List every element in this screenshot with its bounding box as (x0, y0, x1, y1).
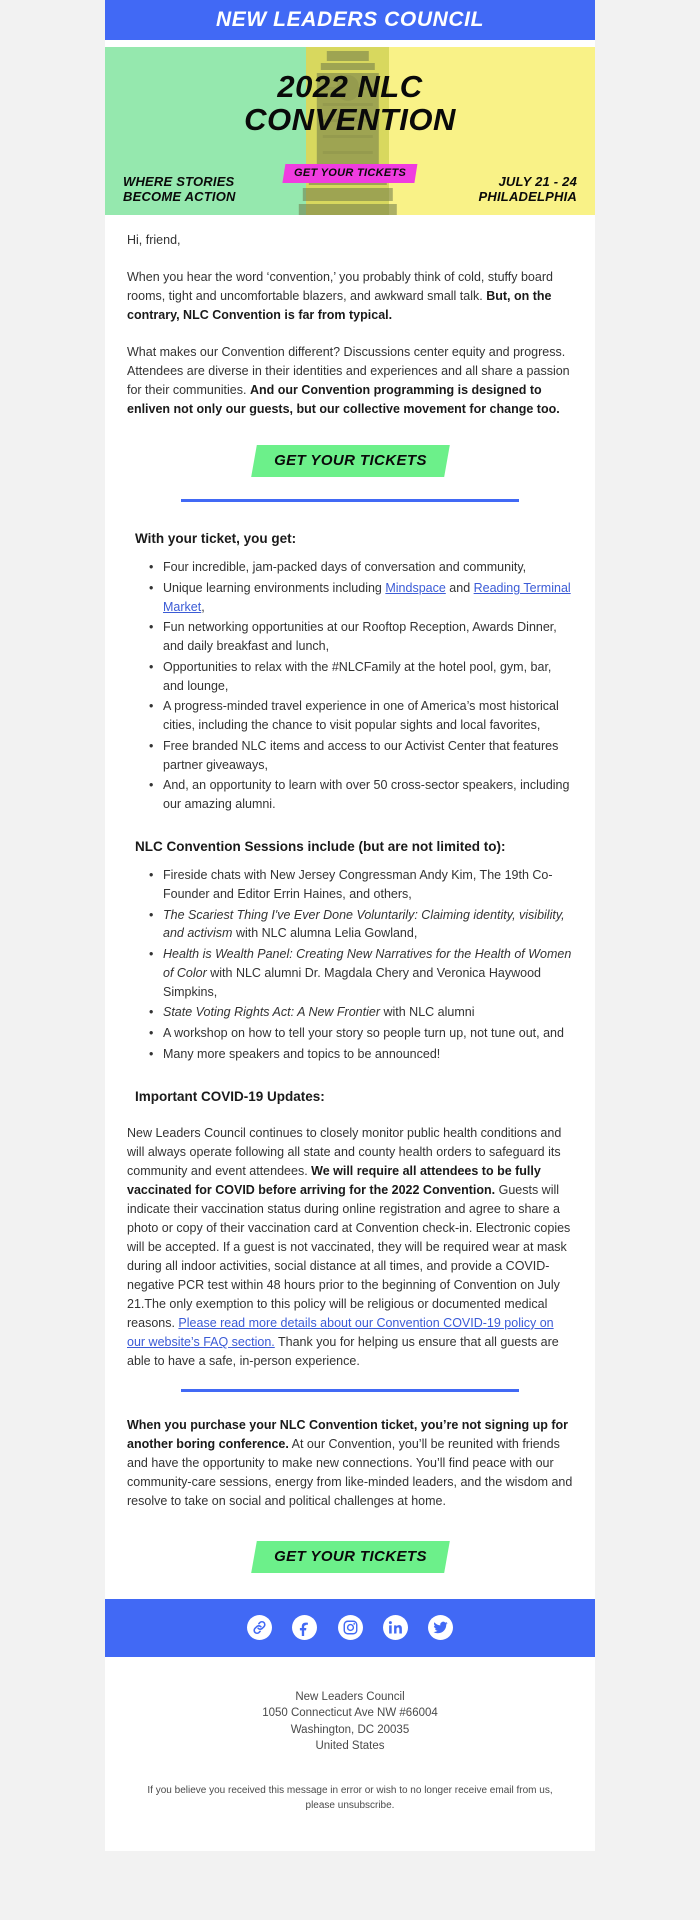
benefit-text: Opportunities to relax with the #NLCFami… (163, 659, 552, 693)
country: United States (315, 1739, 385, 1752)
cta-row-top: GET YOUR TICKETS (127, 419, 573, 481)
hero-banner[interactable]: 2022 NLC CONVENTION WHERE STORIES BECOME… (105, 47, 595, 215)
benefit-text: Fun networking opportunities at our Roof… (163, 620, 557, 654)
list-item: State Voting Rights Act: A New Frontier … (149, 1003, 573, 1024)
cta-row-bottom: GET YOUR TICKETS (127, 1511, 573, 1599)
list-item: A workshop on how to tell your story so … (149, 1024, 573, 1045)
intro-paragraph: When you hear the word ‘convention,’ you… (127, 250, 573, 325)
list-item: A progress-minded travel experience in o… (149, 697, 573, 737)
hero-date-location: JULY 21 - 24 PHILADELPHIA (478, 174, 577, 205)
list-item: Unique learning environments including M… (149, 579, 573, 619)
session-text: Fireside chats with New Jersey Congressm… (163, 868, 553, 901)
brand-header-bar: NEW LEADERS COUNCIL (105, 0, 595, 40)
session-title: State Voting Rights Act: A New Frontier (163, 1005, 380, 1020)
address-block: New Leaders Council 1050 Connecticut Ave… (105, 1657, 595, 1754)
brand-title: NEW LEADERS COUNCIL (215, 8, 485, 31)
hero-title-line2: CONVENTION (244, 101, 456, 137)
list-item: Health is Wealth Panel: Creating New Nar… (149, 945, 573, 1003)
hero-dates: JULY 21 - 24 (498, 174, 577, 190)
twitter-icon[interactable] (428, 1614, 454, 1640)
email-container: NEW LEADERS COUNCIL 2022 NLC CONVENTION … (105, 0, 595, 1852)
link-icon[interactable] (246, 1614, 272, 1640)
street-address: 1050 Connecticut Ave NW #66004 (262, 1707, 438, 1720)
divider-row-bottom (127, 1371, 573, 1398)
benefit-text-mid: and (445, 580, 474, 595)
footer-spacer (105, 1837, 595, 1852)
benefit-text: Unique learning environments including (163, 580, 386, 595)
sessions-list: Fireside chats with New Jersey Congressm… (127, 856, 573, 1066)
sessions-heading: NLC Convention Sessions include (but are… (135, 838, 506, 854)
benefit-text-post: , (201, 599, 205, 614)
greeting-text: Hi, friend, (127, 233, 181, 247)
benefit-text: A progress-minded travel experience in o… (163, 699, 559, 733)
get-tickets-label-top: GET YOUR TICKETS (273, 452, 427, 469)
session-tail: with NLC alumni Dr. Magdala Chery and Ve… (163, 965, 541, 999)
covid-text-2: Guests will indicate their vaccination s… (127, 1182, 571, 1330)
covid-heading: Important COVID-19 Updates: (135, 1088, 325, 1104)
facebook-icon[interactable] (292, 1614, 318, 1640)
list-item: Fun networking opportunities at our Roof… (149, 618, 573, 658)
hero-tagline: WHERE STORIES BECOME ACTION (123, 174, 236, 205)
benefit-text: And, an opportunity to learn with over 5… (163, 778, 570, 812)
get-tickets-button-bottom[interactable]: GET YOUR TICKETS (250, 1540, 450, 1573)
unsubscribe-note[interactable]: If you believe you received this message… (105, 1754, 595, 1837)
benefit-text: Free branded NLC items and access to our… (163, 738, 559, 772)
list-item: Four incredible, jam-packed days of conv… (149, 558, 573, 579)
get-tickets-button-top[interactable]: GET YOUR TICKETS (250, 445, 450, 477)
hero-title: 2022 NLC CONVENTION (105, 69, 595, 137)
instagram-icon[interactable] (337, 1614, 363, 1640)
hero-tagline-line2: BECOME ACTION (123, 189, 236, 205)
get-tickets-label-bottom: GET YOUR TICKETS (273, 1547, 427, 1565)
list-item: Free branded NLC items and access to our… (149, 737, 573, 777)
list-item: Many more speakers and topics to be anno… (149, 1045, 573, 1066)
session-text: A workshop on how to tell your story so … (163, 1026, 564, 1041)
closing-paragraph: When you purchase your NLC Convention ti… (127, 1398, 573, 1511)
list-item: Opportunities to relax with the #NLCFami… (149, 658, 573, 698)
hero-get-tickets-button[interactable]: GET YOUR TICKETS (282, 164, 418, 183)
email-body: Hi, friend, When you hear the word ‘conv… (105, 215, 595, 1599)
covid-paragraph: New Leaders Council continues to closely… (127, 1106, 573, 1371)
header-spacer (105, 40, 595, 47)
ticket-benefits-list: Four incredible, jam-packed days of conv… (127, 548, 573, 816)
divider-row-top (127, 481, 573, 508)
section-divider-bottom (180, 1388, 520, 1392)
ticket-benefits-heading: With your ticket, you get: (135, 531, 297, 546)
list-item: The Scariest Thing I've Ever Done Volunt… (149, 906, 573, 946)
list-item: Fireside chats with New Jersey Congressm… (149, 866, 573, 906)
mindspace-link[interactable]: Mindspace (385, 581, 445, 595)
org-name: New Leaders Council (295, 1690, 405, 1703)
section-divider-top (180, 499, 520, 502)
session-tail: with NLC alumni (380, 1005, 475, 1020)
difference-paragraph: What makes our Convention different? Dis… (127, 325, 573, 419)
session-text: Many more speakers and topics to be anno… (163, 1046, 441, 1061)
city-state-zip: Washington, DC 20035 (290, 1723, 410, 1736)
hero-city: PHILADELPHIA (478, 189, 577, 205)
hero-get-tickets-label: GET YOUR TICKETS (293, 167, 407, 179)
session-tail: with NLC alumna Lelia Gowland, (232, 926, 418, 941)
benefit-text: Four incredible, jam-packed days of conv… (163, 560, 527, 575)
linkedin-icon[interactable] (382, 1614, 408, 1640)
social-links-bar (105, 1598, 595, 1657)
hero-tagline-line1: WHERE STORIES (123, 174, 235, 190)
list-item: And, an opportunity to learn with over 5… (149, 776, 573, 816)
hero-title-line1: 2022 NLC (277, 69, 423, 104)
